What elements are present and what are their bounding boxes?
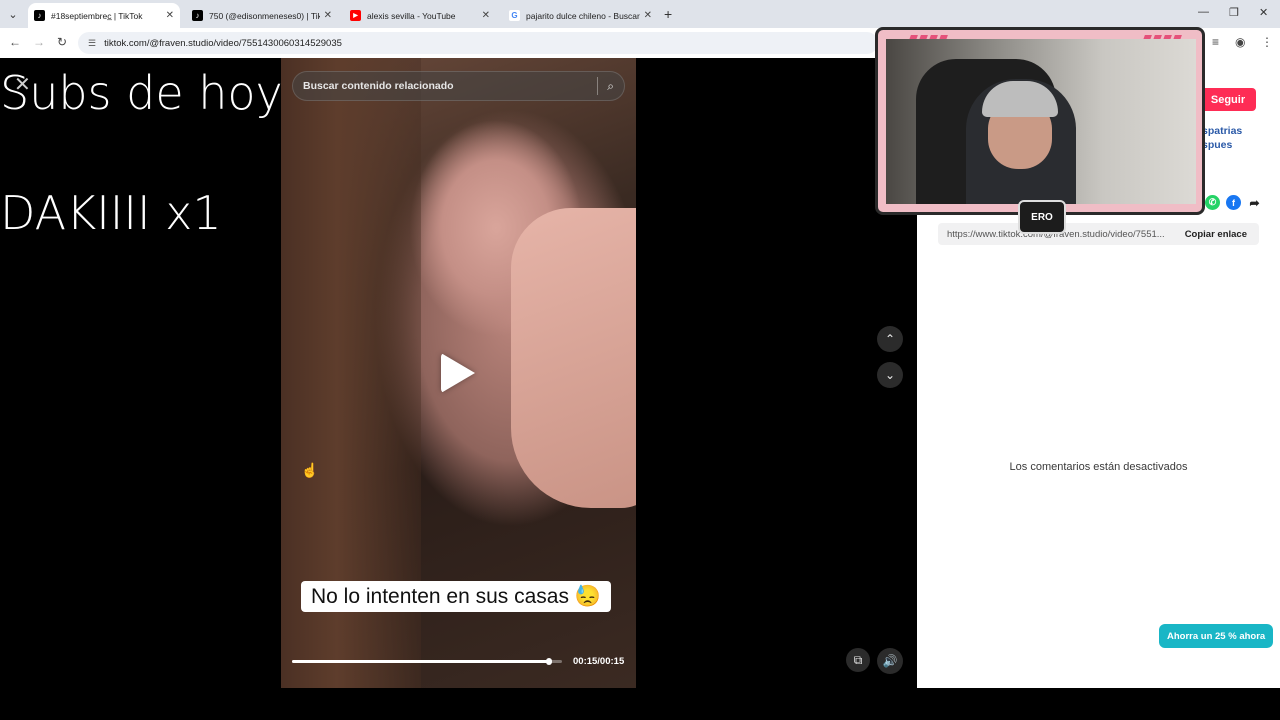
menu-icon[interactable]: ⋮ [1261, 35, 1273, 49]
tab-google-search[interactable]: G pajarito dulce chileno - Buscar ✕ [503, 3, 658, 28]
forward-icon[interactable]: → [33, 35, 45, 49]
google-icon: G [509, 10, 520, 21]
webcam-feed [886, 39, 1196, 204]
related-search-input[interactable]: Buscar contenido relacionado ⌕ [292, 71, 625, 101]
tab-search-icon[interactable]: ⌄ [4, 5, 22, 23]
video-player[interactable]: Buscar contenido relacionado ⌕ No lo int… [281, 58, 636, 688]
promo-button[interactable]: Ahorra un 25 % ahora [1159, 624, 1274, 648]
tab-tiktok-profile[interactable]: ♪ 750 (@edisonmeneses0) | TikTo ✕ [186, 3, 338, 28]
whatsapp-icon[interactable]: ✆ [1205, 195, 1220, 210]
taskbar-area [0, 688, 1280, 720]
volume-icon[interactable]: 🔊 [877, 648, 903, 674]
minimize-icon[interactable]: — [1198, 6, 1209, 18]
tab-title: alexis sevilla - YouTube [367, 10, 456, 21]
maximize-icon[interactable]: ❐ [1229, 6, 1239, 19]
address-bar[interactable]: ☰ tiktok.com/@fraven.studio/video/755143… [78, 32, 878, 54]
browser-tabstrip: ⌄ ♪ #18septiembrec̲ | TikTok ✕ ♪ 750 (@e… [0, 0, 1280, 28]
tiktok-icon: ♪ [34, 10, 45, 21]
comments-disabled-message: Los comentarios están desactivados [1009, 461, 1188, 473]
webcam-overlay: ERO [875, 27, 1205, 234]
media-icon[interactable]: ≡ [1212, 35, 1219, 49]
play-icon[interactable] [441, 353, 475, 393]
stream-overlay-heading: Subs de hoy: [0, 66, 295, 120]
new-tab-button[interactable]: + [664, 6, 672, 22]
next-video-button[interactable]: ⌄ [877, 362, 903, 388]
streamer-logo: ERO [1018, 200, 1066, 234]
video-time: 00:15/00:15 [573, 656, 625, 667]
tab-title: 750 (@edisonmeneses0) | TikTo [209, 10, 320, 21]
close-icon[interactable]: ✕ [324, 10, 332, 21]
description-line-2: spues [1202, 139, 1233, 151]
progress-knob[interactable] [545, 658, 552, 665]
video-frame-hand [511, 208, 636, 508]
hand-cursor-icon: ☝ [301, 462, 319, 478]
previous-video-button[interactable]: ⌃ [877, 326, 903, 352]
profile-icon[interactable]: ◉ [1235, 35, 1245, 49]
stream-overlay-subs: DAKIIII x1 [0, 186, 222, 240]
reload-icon[interactable]: ↻ [57, 35, 67, 49]
close-icon[interactable]: ✕ [166, 10, 174, 21]
share-link-row: https://www.tiktok.com/@fraven.studio/vi… [938, 223, 1259, 245]
share-icons: ✆ f ➦ [1205, 195, 1262, 210]
tab-tiktok-hashtag[interactable]: ♪ #18septiembrec̲ | TikTok ✕ [28, 3, 180, 28]
copy-link-button[interactable]: Copiar enlace [1173, 229, 1259, 240]
close-icon[interactable]: ✕ [482, 10, 490, 21]
follow-button[interactable]: Seguir [1200, 88, 1256, 111]
tab-title: #18septiembrec̲ | TikTok [51, 10, 143, 21]
description-peek[interactable]: spatrias spues [1202, 124, 1242, 152]
search-divider [597, 77, 599, 95]
back-icon[interactable]: ← [9, 35, 21, 49]
tab-youtube[interactable]: ▶ alexis sevilla - YouTube ✕ [344, 3, 496, 28]
window-close-icon[interactable]: ✕ [1259, 6, 1268, 19]
youtube-icon: ▶ [350, 10, 361, 21]
progress-bar[interactable] [292, 658, 562, 665]
video-caption: No lo intenten en sus casas 😓 [301, 581, 611, 612]
site-info-icon[interactable]: ☰ [88, 38, 96, 49]
search-icon[interactable]: ⌕ [607, 79, 614, 94]
share-arrow-icon[interactable]: ➦ [1247, 195, 1262, 210]
related-search-placeholder: Buscar contenido relacionado [303, 80, 454, 92]
close-icon[interactable]: ✕ [644, 10, 652, 21]
address-url[interactable]: tiktok.com/@fraven.studio/video/75514300… [104, 38, 342, 49]
tab-title: pajarito dulce chileno - Buscar [526, 10, 640, 21]
tiktok-icon: ♪ [192, 10, 203, 21]
floating-player-icon[interactable]: ⧉ [846, 648, 870, 672]
description-line-1: spatrias [1202, 125, 1243, 137]
progress-fill [292, 660, 549, 663]
facebook-icon[interactable]: f [1226, 195, 1241, 210]
